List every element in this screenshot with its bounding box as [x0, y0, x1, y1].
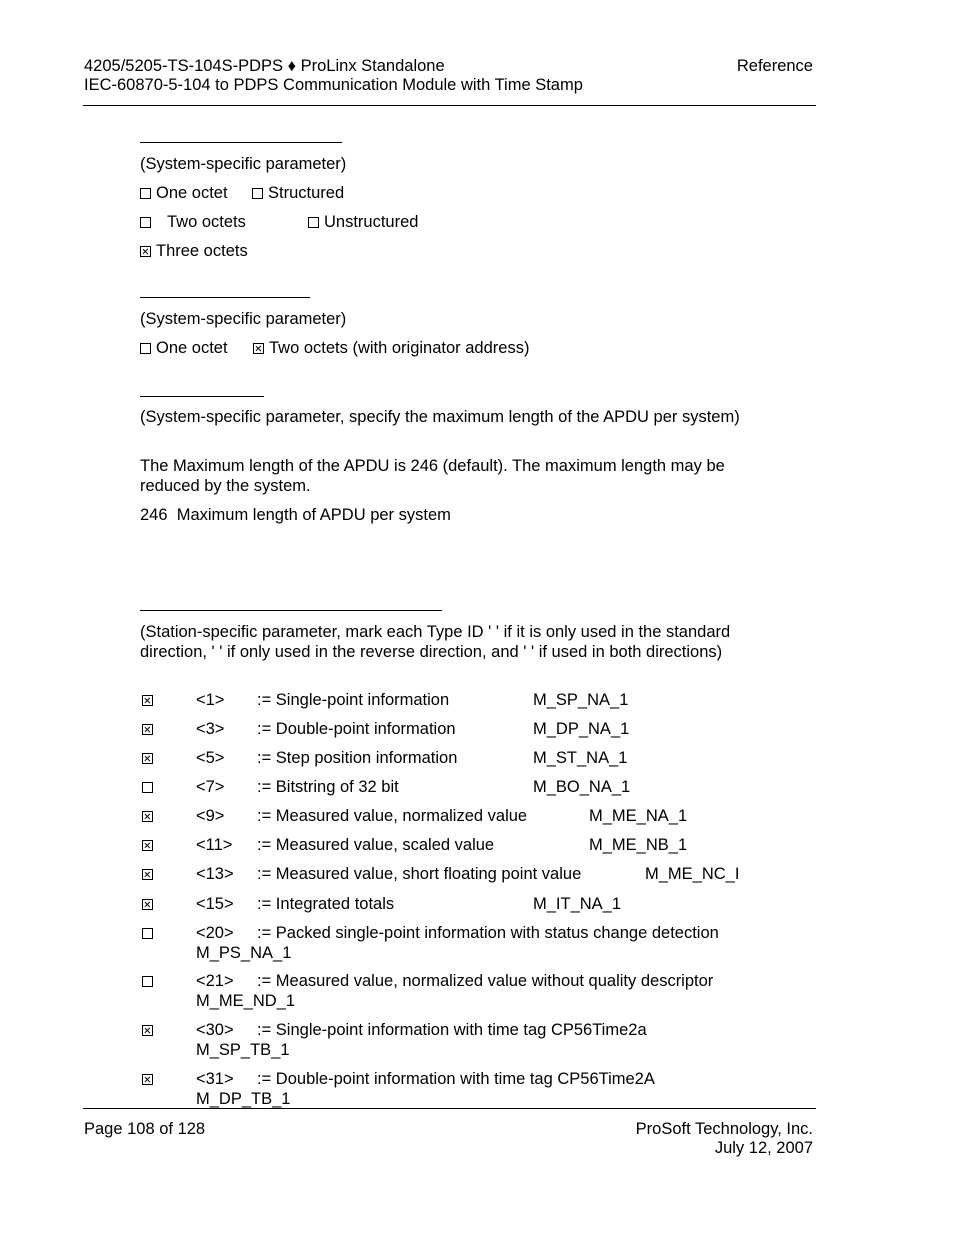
type-description: := Bitstring of 32 bit: [257, 778, 399, 796]
option-structured[interactable]: Structured: [252, 184, 344, 203]
type-code: M_IT_NA_1: [533, 895, 622, 913]
option-label: Two octets (with originator address): [269, 339, 530, 357]
checkbox-unchecked-icon[interactable]: [140, 188, 151, 199]
type-code: M_ME_NB_1: [589, 836, 688, 854]
type-code: M_PS_NA_1: [196, 944, 292, 962]
type-code: M_DP_NA_1: [533, 720, 630, 738]
type-description: := Measured value, short floating point …: [257, 865, 582, 883]
option-two-octets-originator[interactable]: Two octets (with originator address): [253, 339, 529, 358]
heading-rule: [140, 396, 264, 397]
checkbox-checked-icon[interactable]: [142, 840, 153, 851]
option-label: One octet: [156, 184, 228, 202]
heading-rule: [140, 610, 442, 611]
checkbox-checked-icon[interactable]: [142, 724, 153, 735]
type-id: <15>: [196, 895, 234, 913]
type-id: <21>: [196, 972, 234, 990]
type-id: <11>: [196, 836, 233, 854]
type-code: M_ME_ND_1: [196, 992, 296, 1010]
type-code: M_SP_TB_1: [196, 1041, 290, 1059]
apdu-length-label: Maximum length of APDU per system: [176, 506, 451, 524]
section-label: Reference: [736, 57, 813, 75]
checkbox-unchecked-icon[interactable]: [142, 782, 153, 793]
type-id: <20>: [196, 924, 234, 942]
checkbox-unchecked-icon[interactable]: [140, 217, 151, 228]
heading-rule: [140, 142, 342, 143]
option-label: Three octets: [156, 242, 248, 260]
doc-title: 4205/5205-TS-104S-PDPS ♦ ProLinx Standal…: [84, 57, 445, 75]
type-description: := Step position information: [257, 749, 458, 767]
option-one-octet[interactable]: One octet: [140, 339, 228, 358]
heading-rule: [140, 297, 310, 298]
option-one-octet[interactable]: One octet: [140, 184, 228, 203]
type-id: <13>: [196, 865, 234, 883]
checkbox-checked-icon[interactable]: [142, 1074, 153, 1085]
option-label: Two octets: [167, 213, 246, 231]
option-two-octets[interactable]: Two octets: [140, 213, 246, 232]
type-id: <3>: [196, 720, 225, 738]
type-id: <5>: [196, 749, 225, 767]
footer-divider: [83, 1108, 816, 1109]
type-id: <9>: [196, 807, 225, 825]
checkbox-checked-icon[interactable]: [253, 343, 264, 354]
checkbox-checked-icon[interactable]: [142, 869, 153, 880]
type-code: M_SP_NA_1: [533, 691, 629, 709]
checkbox-unchecked-icon[interactable]: [308, 217, 319, 228]
option-label: Structured: [268, 184, 345, 202]
page-number: Page 108 of 128: [84, 1120, 206, 1138]
option-label: Unstructured: [324, 213, 419, 231]
type-code: M_ME_NC_I: [645, 865, 740, 883]
publish-date: July 12, 2007: [714, 1139, 813, 1157]
type-description: := Packed single-point information with …: [257, 924, 719, 942]
header-divider: [83, 105, 816, 106]
type-description: := Single-point information with time ta…: [257, 1021, 647, 1039]
checkbox-unchecked-icon[interactable]: [252, 188, 263, 199]
apdu-length-value: 246: [140, 506, 168, 524]
type-code: M_ME_NA_1: [589, 807, 688, 825]
type-description: := Double-point information with time ta…: [257, 1070, 655, 1088]
checkbox-checked-icon[interactable]: [142, 753, 153, 764]
section3-note: (System-specific parameter, specify the …: [140, 408, 740, 426]
type-id: <1>: [196, 691, 225, 709]
type-id: <31>: [196, 1070, 234, 1088]
type-code: M_BO_NA_1: [533, 778, 631, 796]
checkbox-checked-icon[interactable]: [142, 811, 153, 822]
option-three-octets[interactable]: Three octets: [140, 242, 248, 261]
type-description: := Integrated totals: [257, 895, 395, 913]
doc-subtitle: IEC-60870-5-104 to PDPS Communication Mo…: [84, 76, 583, 94]
checkbox-unchecked-icon[interactable]: [140, 343, 151, 354]
company-name: ProSoft Technology, Inc.: [635, 1120, 813, 1138]
type-code: M_ST_NA_1: [533, 749, 628, 767]
section1-note: (System-specific parameter): [140, 155, 347, 173]
option-label: One octet: [156, 339, 228, 357]
checkbox-checked-icon[interactable]: [140, 246, 151, 257]
type-id: <7>: [196, 778, 225, 796]
type-description: := Single-point information: [257, 691, 450, 709]
checkbox-checked-icon[interactable]: [142, 1025, 153, 1036]
type-id: <30>: [196, 1021, 234, 1039]
option-unstructured[interactable]: Unstructured: [308, 213, 418, 232]
section4-note: (Station-specific parameter, mark each T…: [140, 623, 731, 661]
section2-note: (System-specific parameter): [140, 310, 347, 328]
type-description: := Measured value, normalized value with…: [257, 972, 714, 990]
checkbox-unchecked-icon[interactable]: [142, 928, 153, 939]
checkbox-checked-icon[interactable]: [142, 899, 153, 910]
type-description: := Measured value, scaled value: [257, 836, 495, 854]
type-description: := Double-point information: [257, 720, 456, 738]
type-code: M_DP_TB_1: [196, 1090, 291, 1108]
checkbox-checked-icon[interactable]: [142, 695, 153, 706]
apdu-length-line: 246 Maximum length of APDU per system: [140, 506, 451, 525]
section3-text: The Maximum length of the APDU is 246 (d…: [140, 457, 725, 495]
checkbox-unchecked-icon[interactable]: [142, 976, 153, 987]
type-description: := Measured value, normalized value: [257, 807, 528, 825]
